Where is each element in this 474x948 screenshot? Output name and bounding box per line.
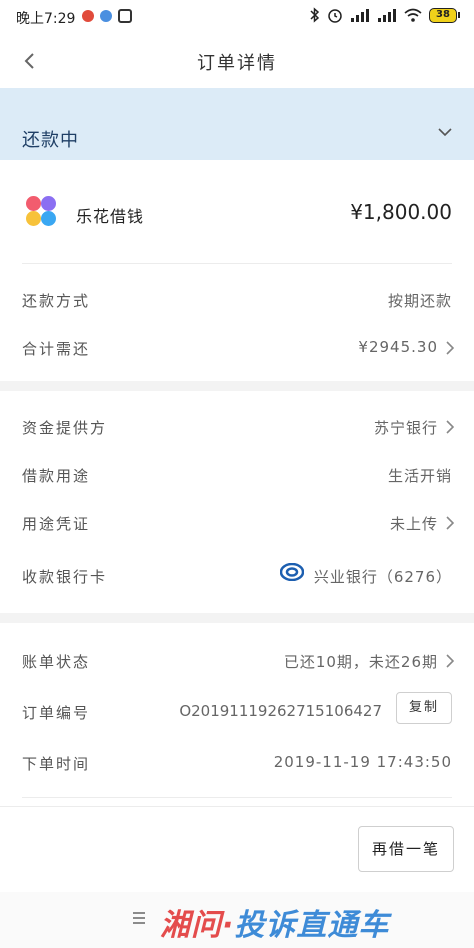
product-summary: 乐花借钱 ¥1,800.00	[0, 176, 474, 248]
watermark-part-1: 湘问·	[160, 908, 235, 943]
row-value: 兴业银行（6276）	[313, 568, 452, 586]
chevron-right-icon	[446, 654, 454, 668]
product-name: 乐花借钱	[76, 207, 145, 226]
app-notification-icon	[118, 9, 132, 23]
section-separator	[0, 381, 474, 391]
repayment-status-text: 还款中	[22, 130, 79, 151]
footer-divider	[0, 806, 474, 807]
funding-provider-row[interactable]: 资金提供方 苏宁银行	[0, 407, 474, 447]
repayment-status-banner[interactable]: 还款中	[0, 88, 474, 160]
loan-amount: ¥1,800.00	[350, 200, 452, 224]
total-due-row[interactable]: 合计需还 ¥2945.30	[0, 328, 474, 368]
app-notification-icon	[82, 10, 94, 22]
bluetooth-icon	[310, 7, 320, 23]
battery-level: 38	[429, 7, 457, 23]
menu-icon[interactable]	[132, 911, 146, 925]
row-value: 生活开销	[387, 467, 452, 485]
loan-purpose-row: 借款用途 生活开销	[0, 455, 474, 495]
wifi-icon	[404, 8, 422, 22]
status-time: 晚上7:29	[16, 11, 76, 27]
row-label: 下单时间	[22, 755, 91, 773]
page-title: 订单详情	[197, 53, 277, 74]
section-separator	[0, 613, 474, 623]
row-label: 合计需还	[22, 340, 91, 358]
repayment-method-row: 还款方式 按期还款	[0, 280, 474, 320]
status-bar: 晚上7:29 38	[0, 0, 474, 34]
row-label: 订单编号	[22, 704, 91, 722]
watermark-logo: 湘问·投诉直通车	[160, 900, 389, 944]
signal-icon	[378, 9, 396, 22]
row-label: 收款银行卡	[22, 568, 108, 586]
notification-icons	[82, 9, 132, 23]
order-number-row: 订单编号 O20191119262715106427 复制	[0, 692, 474, 732]
borrow-again-button[interactable]: 再借一笔	[358, 826, 454, 872]
chevron-right-icon	[446, 420, 454, 434]
divider	[22, 797, 452, 798]
receiving-bank-card-row: 收款银行卡 兴业银行（6276）	[0, 556, 474, 596]
row-label: 资金提供方	[22, 419, 108, 437]
bill-status-row[interactable]: 账单状态 已还10期，未还26期	[0, 641, 474, 681]
row-value: 苏宁银行	[373, 419, 438, 437]
purpose-proof-row[interactable]: 用途凭证 未上传	[0, 503, 474, 543]
chevron-right-icon	[446, 341, 454, 355]
row-label: 借款用途	[22, 467, 91, 485]
row-label: 还款方式	[22, 292, 91, 310]
bank-logo-icon	[280, 563, 304, 581]
order-number: O20191119262715106427	[179, 702, 382, 720]
battery-icon: 38	[429, 7, 460, 23]
copy-button[interactable]: 复制	[396, 692, 452, 724]
product-logo	[24, 194, 58, 228]
row-value: 已还10期，未还26期	[283, 653, 438, 671]
order-time-row: 下单时间 2019-11-19 17:43:50	[0, 743, 474, 783]
signal-icon	[351, 9, 369, 22]
row-value: 2019-11-19 17:43:50	[273, 753, 452, 771]
row-value: ¥2945.30	[358, 338, 438, 356]
alarm-icon	[328, 9, 342, 23]
row-value: 未上传	[389, 515, 438, 533]
chevron-right-icon	[446, 516, 454, 530]
watermark-part-2: 投诉直通车	[234, 908, 390, 943]
navigation-bar: 订单详情	[0, 34, 474, 88]
chevron-down-icon	[438, 128, 452, 137]
divider	[22, 263, 452, 264]
row-label: 账单状态	[22, 653, 91, 671]
row-value: 按期还款	[387, 292, 452, 310]
app-notification-icon	[100, 10, 112, 22]
system-icons: 38	[310, 7, 460, 23]
row-label: 用途凭证	[22, 515, 91, 533]
system-navigation-bar: 湘问·投诉直通车	[0, 892, 474, 948]
